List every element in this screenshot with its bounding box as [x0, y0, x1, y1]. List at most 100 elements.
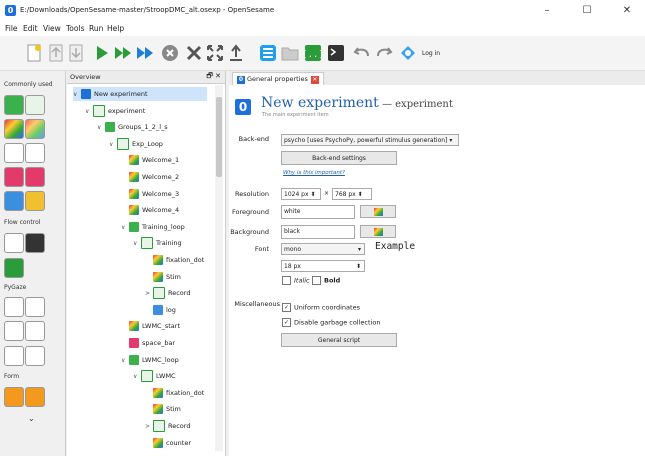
- mouse-response-item-icon[interactable]: [25, 167, 45, 187]
- form-base-item-icon[interactable]: [4, 387, 24, 407]
- menu-file[interactable]: File: [5, 24, 18, 33]
- chevron-down-icon[interactable]: ∨: [73, 88, 81, 102]
- tree-item[interactable]: Welcome_3: [121, 187, 179, 201]
- experiment-title[interactable]: New experiment — experiment: [261, 95, 453, 111]
- uniform-coordinates-checkbox[interactable]: ✓ Uniform coordinates: [282, 303, 360, 312]
- tree-item[interactable]: Welcome_4: [121, 203, 179, 217]
- menu-edit[interactable]: Edit: [23, 24, 38, 33]
- menu-run[interactable]: Run: [89, 24, 103, 33]
- tree-item[interactable]: ∨ Groups_1_2_l_s: [97, 120, 168, 134]
- coroutines-item-icon[interactable]: [4, 233, 24, 253]
- pygaze-log-item-icon[interactable]: [25, 346, 45, 366]
- stop-icon[interactable]: [160, 43, 180, 63]
- sketchpad-item-icon[interactable]: [4, 119, 24, 139]
- menu-view[interactable]: View: [43, 24, 61, 33]
- inline-script-item-icon[interactable]: [25, 191, 45, 211]
- font-family-select[interactable]: mono ▾: [281, 243, 365, 255]
- pygaze-wait-item-icon[interactable]: [4, 346, 24, 366]
- feedback-item-icon[interactable]: [25, 119, 45, 139]
- chevron-down-icon[interactable]: ∨: [133, 237, 141, 251]
- pygaze-stop-recording-item-icon[interactable]: [25, 321, 45, 341]
- run-icon[interactable]: [92, 43, 112, 63]
- close-window-button[interactable]: ✕: [612, 3, 642, 19]
- fullscreen-icon[interactable]: [205, 43, 225, 63]
- repeat-cycle-item-icon[interactable]: [25, 233, 45, 253]
- foreground-input[interactable]: white: [281, 205, 355, 219]
- chevron-down-icon[interactable]: ∨: [85, 105, 93, 119]
- tab-close-icon[interactable]: ✕: [310, 76, 319, 84]
- chevron-right-icon[interactable]: >: [145, 287, 153, 301]
- backend-settings-button[interactable]: Back-end settings: [281, 151, 397, 165]
- loop-item-icon[interactable]: [4, 95, 24, 115]
- tree-item[interactable]: fixation_dot: [145, 253, 204, 267]
- tree-item[interactable]: log: [145, 303, 176, 317]
- tree-item[interactable]: space_bar: [121, 336, 175, 350]
- bold-checkbox[interactable]: Bold: [312, 276, 340, 285]
- tree-item[interactable]: counter: [145, 436, 191, 450]
- font-size-input[interactable]: 18 px ⬍: [281, 260, 365, 272]
- quick-run-icon[interactable]: [135, 43, 155, 63]
- chevron-down-icon[interactable]: ∨: [121, 221, 129, 235]
- pygaze-drift-correct-item-icon[interactable]: [25, 297, 45, 317]
- chevron-down-icon[interactable]: ∨: [121, 354, 129, 368]
- background-input[interactable]: black: [281, 225, 355, 239]
- tree-item[interactable]: Stim: [145, 402, 181, 416]
- save-file-icon[interactable]: [66, 43, 86, 63]
- disable-garbage-collection-checkbox[interactable]: ✓ Disable garbage collection: [282, 318, 380, 327]
- chevron-down-icon[interactable]: ∨: [109, 138, 117, 152]
- maximize-button[interactable]: ☐: [572, 3, 602, 19]
- tree-item[interactable]: ∨ New experiment: [73, 87, 207, 101]
- resolution-height-input[interactable]: 768 px ⬍: [332, 188, 372, 200]
- redo-icon[interactable]: [374, 43, 394, 63]
- overview-dock-controls[interactable]: 🗗 ✕: [206, 72, 221, 83]
- tree-item[interactable]: ∨ Training: [133, 236, 182, 250]
- reset-feedback-item-icon[interactable]: [4, 258, 24, 278]
- minimize-button[interactable]: –: [532, 3, 562, 19]
- pin-icon[interactable]: [226, 43, 246, 63]
- keyboard-response-item-icon[interactable]: [4, 167, 24, 187]
- foreground-color-picker-button[interactable]: [360, 205, 396, 218]
- sequence-item-icon[interactable]: [25, 95, 45, 115]
- tree-item[interactable]: Welcome_2: [121, 170, 179, 184]
- tree-item[interactable]: Welcome_1: [121, 153, 179, 167]
- pygaze-init-item-icon[interactable]: [4, 297, 24, 317]
- background-color-picker-button[interactable]: [360, 225, 396, 238]
- logger-item-icon[interactable]: [4, 191, 24, 211]
- tree-item[interactable]: fixation_dot: [145, 386, 204, 400]
- italic-checkbox[interactable]: Italic: [282, 276, 310, 285]
- close-all-icon[interactable]: [184, 43, 204, 63]
- resolution-width-input[interactable]: 1024 px ⬍: [281, 188, 321, 200]
- tree-item[interactable]: ∨ experiment: [85, 104, 145, 118]
- login-icon[interactable]: [398, 43, 418, 63]
- general-script-button[interactable]: General script: [281, 333, 397, 347]
- file-pool-icon[interactable]: [280, 43, 300, 63]
- why-important-link[interactable]: Why is this important?: [283, 170, 345, 176]
- debug-window-icon[interactable]: [326, 43, 346, 63]
- menu-tools[interactable]: Tools: [66, 24, 84, 33]
- tree-item[interactable]: ∨ Training_loop: [121, 220, 185, 234]
- palette-scroll-down-icon[interactable]: ⌄: [28, 414, 35, 423]
- tree-item[interactable]: > Record: [145, 419, 190, 433]
- backend-select[interactable]: psycho [uses PsychoPy, powerful stimulus…: [281, 134, 459, 146]
- menu-help[interactable]: Help: [107, 24, 124, 33]
- pygaze-start-recording-item-icon[interactable]: [4, 321, 24, 341]
- tree-item[interactable]: ∨ LWMC_loop: [121, 353, 179, 367]
- form-text-input-item-icon[interactable]: [25, 387, 45, 407]
- tree-item[interactable]: ∨ LWMC: [133, 369, 176, 383]
- variable-inspector-icon[interactable]: [..]: [302, 43, 324, 63]
- tab-general-properties[interactable]: 0 General properties ✕: [232, 72, 324, 86]
- chevron-right-icon[interactable]: >: [145, 420, 153, 434]
- tree-item[interactable]: > Record: [145, 286, 190, 300]
- tree-item[interactable]: Stim: [145, 270, 181, 284]
- sampler-item-icon[interactable]: [4, 143, 24, 163]
- chevron-down-icon[interactable]: ∨: [133, 370, 141, 384]
- open-file-icon[interactable]: [46, 43, 66, 63]
- run-in-window-icon[interactable]: [113, 43, 133, 63]
- overview-toggle-icon[interactable]: [258, 43, 278, 63]
- tree-item[interactable]: ∨ Exp_Loop: [109, 137, 163, 151]
- new-file-icon[interactable]: [24, 43, 44, 63]
- tree-item[interactable]: LWMC_start: [121, 319, 180, 333]
- chevron-down-icon[interactable]: ∨: [97, 121, 105, 135]
- synth-item-icon[interactable]: [25, 143, 45, 163]
- undo-icon[interactable]: [352, 43, 372, 63]
